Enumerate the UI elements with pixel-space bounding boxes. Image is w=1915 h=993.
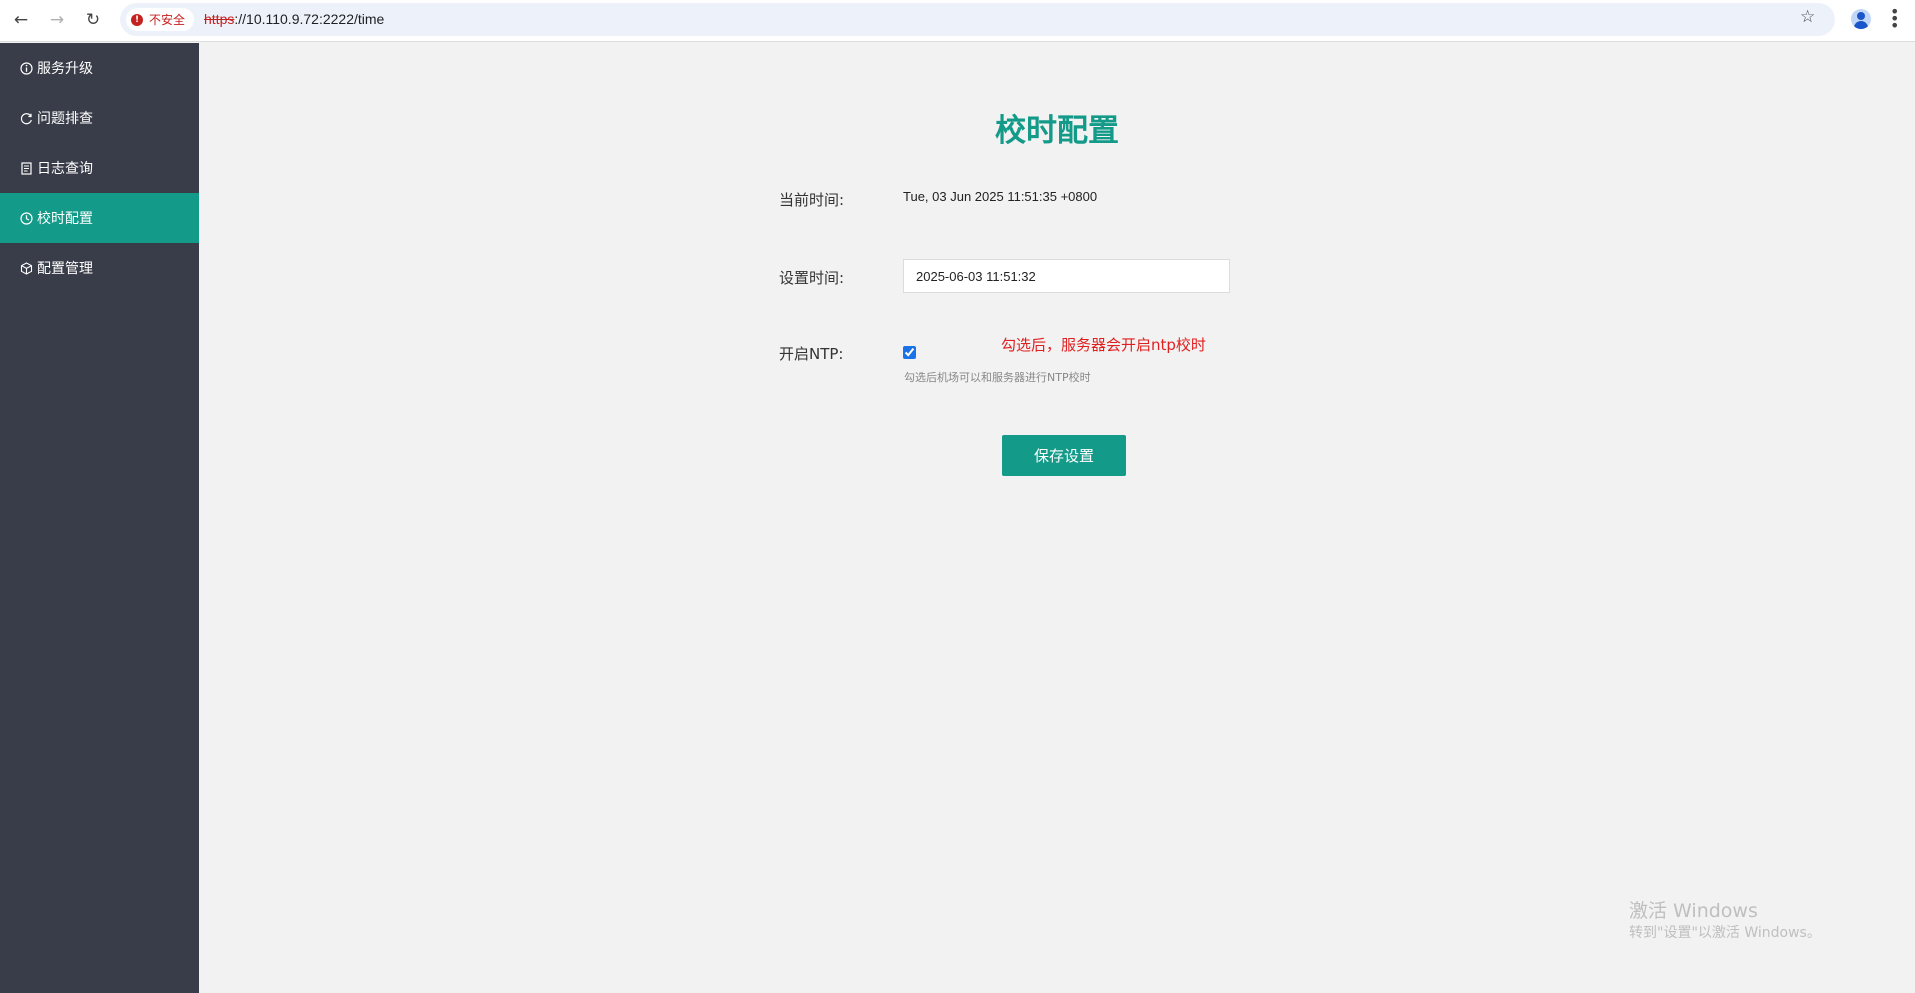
set-time-label: 设置时间: <box>779 269 845 287</box>
info-circle-icon <box>19 61 33 75</box>
windows-activation-watermark: 激活 Windows 转到"设置"以激活 Windows。 <box>1629 899 1821 943</box>
reload-icon[interactable]: ↻ <box>81 8 105 32</box>
cube-icon <box>19 261 33 275</box>
ntp-label: 开启NTP: <box>779 345 844 363</box>
refresh-icon <box>19 111 33 125</box>
not-secure-icon: ! <box>131 13 143 26</box>
sidebar-item-time-config[interactable]: 校时配置 <box>0 193 199 243</box>
main-content: 校时配置 当前时间: Tue, 03 Jun 2025 11:51:35 +08… <box>199 43 1915 993</box>
sidebar-item-label: 配置管理 <box>37 261 93 277</box>
sidebar-item-label: 日志查询 <box>37 161 93 177</box>
browser-toolbar: ← → ↻ ! 不安全 https://10.110.9.72:2222/tim… <box>0 0 1915 42</box>
url-rest: ://10.110.9.72:2222/time <box>234 11 385 27</box>
address-bar[interactable]: ! 不安全 https://10.110.9.72:2222/time <box>120 3 1835 36</box>
sidebar-item-config-management[interactable]: 配置管理 <box>0 243 199 293</box>
current-time-value: Tue, 03 Jun 2025 11:51:35 +0800 <box>903 189 1098 204</box>
sidebar-item-log-query[interactable]: 日志查询 <box>0 143 199 193</box>
forward-arrow-icon[interactable]: → <box>45 8 69 32</box>
watermark-subtitle: 转到"设置"以激活 Windows。 <box>1629 925 1821 941</box>
sidebar-item-label: 校时配置 <box>37 211 93 227</box>
url-text[interactable]: https://10.110.9.72:2222/time <box>204 11 384 27</box>
sidebar-item-service-upgrade[interactable]: 服务升级 <box>0 43 199 93</box>
save-settings-button[interactable]: 保存设置 <box>1002 435 1126 476</box>
sidebar-item-label: 服务升级 <box>37 61 93 77</box>
watermark-title: 激活 Windows <box>1629 900 1758 922</box>
back-arrow-icon[interactable]: ← <box>9 8 33 32</box>
sidebar-item-troubleshoot[interactable]: 问题排查 <box>0 93 199 143</box>
ntp-note: 勾选后，服务器会开启ntp校时 <box>1001 336 1206 354</box>
clock-icon <box>19 211 33 225</box>
ntp-help-text: 勾选后机场可以和服务器进行NTP校时 <box>904 371 1091 384</box>
current-time-label: 当前时间: <box>779 191 845 209</box>
set-time-input[interactable] <box>903 259 1230 293</box>
ntp-checkbox[interactable] <box>903 346 916 359</box>
security-label: 不安全 <box>149 13 186 27</box>
sidebar: 服务升级 问题排查 日志查询 校时配置 配置管理 <box>0 43 199 993</box>
bookmark-star-icon[interactable]: ☆ <box>1800 7 1815 27</box>
page-title: 校时配置 <box>995 113 1119 149</box>
more-menu-icon[interactable]: • • • <box>1890 4 1899 34</box>
url-scheme: https <box>204 11 235 27</box>
sidebar-item-label: 问题排查 <box>37 111 93 127</box>
security-chip[interactable]: ! 不安全 <box>126 8 195 31</box>
document-icon <box>19 161 33 175</box>
profile-avatar-icon[interactable] <box>1851 9 1871 29</box>
